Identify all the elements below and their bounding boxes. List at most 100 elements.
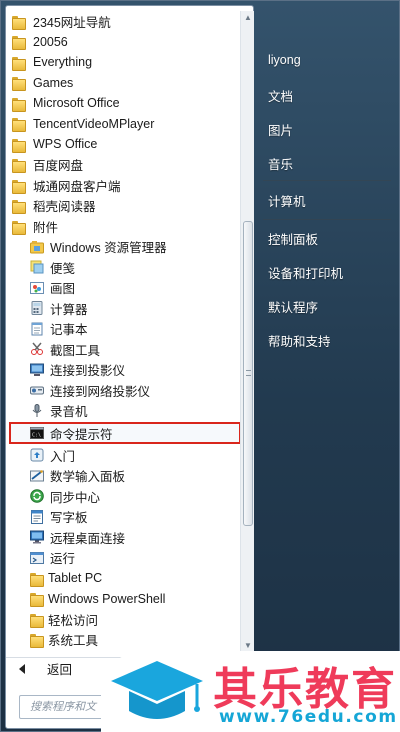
list-item-label: 画图 [50, 282, 76, 296]
getting-started-icon [30, 448, 44, 462]
rp-label: 默认程序 [268, 300, 319, 315]
documents-link[interactable]: 文档 [261, 82, 395, 108]
folder-icon [30, 592, 44, 607]
app-connect-projector[interactable]: 连接到投影仪 [6, 360, 236, 380]
run-icon [30, 551, 44, 565]
list-item-label: 便笺 [50, 261, 76, 276]
app-wordpad[interactable]: 写字板 [6, 507, 236, 527]
divider [263, 180, 391, 181]
app-remote-desktop[interactable]: 远程桌面连接 [6, 527, 236, 547]
list-item-label: 连接到投影仪 [50, 364, 126, 378]
watermark-url: www.76edu.com [219, 707, 398, 727]
grip-icon [246, 370, 251, 376]
list-item-label: 百度网盘 [33, 159, 84, 173]
rp-label: 文档 [268, 89, 294, 104]
list-item-label: 同步中心 [50, 490, 101, 505]
list-item-label: 截图工具 [50, 343, 101, 358]
scroll-down-arrow-icon[interactable]: ▼ [243, 641, 253, 651]
app-snipping-tool[interactable]: 截图工具 [6, 339, 236, 359]
devices-printers-link[interactable]: 设备和打印机 [261, 259, 395, 285]
folder-icon [30, 572, 44, 587]
folder-tablet-pc[interactable]: Tablet PC [6, 568, 236, 588]
folder-accessories[interactable]: 附件 [6, 216, 236, 236]
rp-label: 设备和打印机 [268, 266, 344, 281]
user-folder-link[interactable]: liyong [261, 47, 395, 73]
app-sync-center[interactable]: 同步中心 [6, 486, 236, 506]
app-notepad[interactable]: 记事本 [6, 319, 236, 339]
back-label: 返回 [47, 663, 73, 677]
folder-system-tools[interactable]: 系统工具 [6, 630, 236, 650]
list-item-label: 录音机 [50, 405, 88, 419]
app-getting-started[interactable]: 入门 [6, 445, 236, 465]
control-panel-link[interactable]: 控制面板 [261, 225, 395, 251]
folder-wps-office[interactable]: WPS Office [6, 134, 236, 154]
list-item-label: 轻松访问 [48, 613, 99, 628]
app-calculator[interactable]: 计算器 [6, 298, 236, 318]
list-item-label: 命令提示符 [50, 427, 113, 442]
folder-everything[interactable]: Everything [6, 52, 236, 72]
program-list: 2345网址导航 20056 Everything Games Microsof… [6, 11, 241, 655]
app-windows-explorer[interactable]: Windows 资源管理器 [6, 237, 236, 257]
rp-label: 图片 [268, 123, 294, 138]
list-item-label: 数学输入面板 [50, 470, 126, 484]
list-item-label: WPS Office [33, 137, 98, 151]
music-link[interactable]: 音乐 [261, 150, 395, 176]
right-pane: liyong 文档 图片 音乐 计算机 控制面板 设备和打印机 默认程序 帮助和… [255, 1, 400, 732]
folder-ease-of-access[interactable]: 轻松访问 [6, 609, 236, 629]
folder-docer-reader[interactable]: 稻壳阅读器 [6, 196, 236, 216]
graduation-cap-icon [109, 657, 205, 729]
help-support-link[interactable]: 帮助和支持 [261, 327, 395, 353]
app-paint[interactable]: 画图 [6, 278, 236, 298]
math-input-icon [30, 469, 44, 483]
microphone-icon [30, 403, 44, 418]
folder-ctdisk-client[interactable]: 城通网盘客户端 [6, 175, 236, 195]
folder-icon [12, 138, 26, 153]
folder-baidu-netdisk[interactable]: 百度网盘 [6, 155, 236, 175]
remote-desktop-icon [30, 530, 44, 544]
snipping-tool-icon [30, 342, 44, 356]
list-item-label: TencentVideoMPlayer [33, 116, 155, 131]
list-item-label: 城通网盘客户端 [33, 179, 121, 194]
pictures-link[interactable]: 图片 [261, 116, 395, 142]
scroll-up-arrow-icon[interactable]: ▲ [243, 13, 253, 23]
app-math-input-panel[interactable]: 数学输入面板 [6, 466, 236, 486]
app-connect-network-projector[interactable]: 连接到网络投影仪 [6, 380, 236, 400]
list-item-label: Everything [33, 55, 93, 69]
sticky-notes-icon [30, 260, 44, 274]
list-item-label: 2345网址导航 [33, 15, 111, 30]
folder-icon [12, 158, 26, 173]
scrollbar-thumb[interactable] [243, 221, 253, 526]
app-run[interactable]: 运行 [6, 548, 236, 568]
folder-open-icon [12, 220, 26, 235]
folder-20056[interactable]: 20056 [6, 32, 236, 52]
rp-label: 计算机 [268, 194, 306, 209]
default-programs-link[interactable]: 默认程序 [261, 293, 395, 319]
app-sound-recorder[interactable]: 录音机 [6, 401, 236, 421]
list-item-label: Tablet PC [48, 571, 103, 585]
sync-center-icon [30, 489, 44, 503]
program-list-scrollbar[interactable]: ▲ ▼ [240, 11, 254, 655]
folder-windows-powershell[interactable]: Windows PowerShell [6, 589, 236, 609]
divider [263, 219, 391, 220]
folder-microsoft-office[interactable]: Microsoft Office [6, 93, 236, 113]
list-item-label: 连接到网络投影仪 [50, 384, 151, 399]
search-programs-input[interactable] [19, 695, 114, 719]
folder-games[interactable]: Games [6, 73, 236, 93]
app-sticky-notes[interactable]: 便笺 [6, 257, 236, 277]
list-item-label: 20056 [33, 34, 68, 49]
back-arrow-icon [19, 663, 25, 674]
paint-icon [30, 281, 44, 295]
list-item-label: 稻壳阅读器 [33, 200, 96, 214]
rp-label: 帮助和支持 [268, 334, 331, 349]
programs-pane: 2345网址导航 20056 Everything Games Microsof… [5, 5, 254, 729]
folder-icon [12, 97, 26, 112]
folder-2345-nav[interactable]: 2345网址导航 [6, 11, 236, 31]
computer-link[interactable]: 计算机 [261, 187, 395, 213]
folder-icon [12, 179, 26, 194]
notepad-icon [30, 322, 44, 336]
list-item-label: 入门 [50, 449, 76, 464]
rp-label: liyong [268, 53, 301, 67]
app-command-prompt[interactable]: C:\ 命令提示符 [9, 422, 241, 444]
folder-tencentvideo[interactable]: TencentVideoMPlayer [6, 114, 236, 134]
list-item-label: 附件 [33, 220, 59, 235]
